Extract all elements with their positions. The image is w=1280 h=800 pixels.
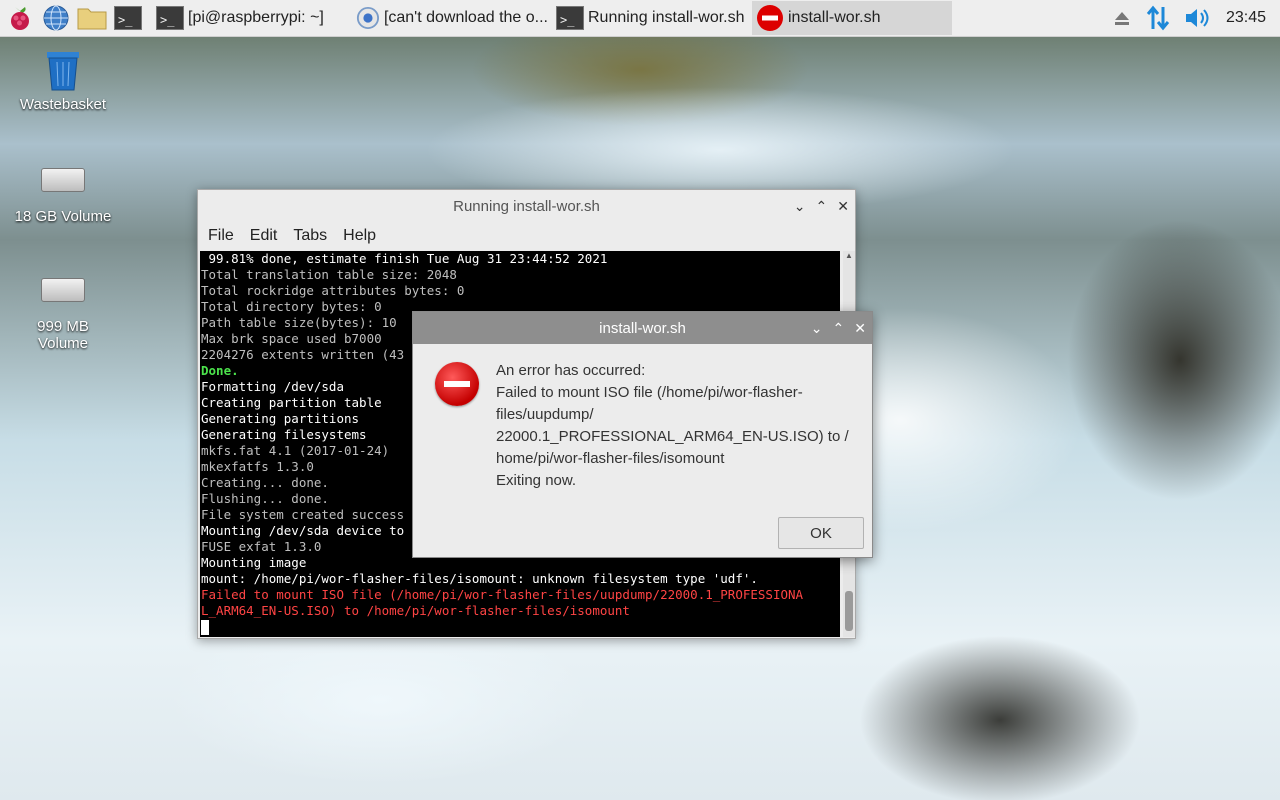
- desktop-icon-999mb-volume[interactable]: 999 MB Volume: [8, 278, 118, 352]
- terminal-line: 99.81% done, estimate finish Tue Aug 31 …: [201, 251, 608, 266]
- menu-file[interactable]: File: [208, 227, 234, 245]
- volume-icon[interactable]: [1184, 7, 1212, 29]
- error-icon: [757, 5, 783, 31]
- terminal-line: Total translation table size: 2048: [201, 267, 457, 282]
- dialog-titlebar[interactable]: install-wor.sh ⌄ ⌃ ✕: [413, 312, 872, 344]
- ok-button[interactable]: OK: [778, 517, 864, 549]
- wastebasket-icon: [47, 52, 79, 91]
- terminal-line: L_ARM64_EN-US.ISO) to /home/pi/wor-flash…: [201, 603, 630, 618]
- task-label: Running install-wor.sh: [588, 9, 745, 26]
- minimize-icon[interactable]: ⌄: [811, 320, 823, 337]
- window-title: Running install-wor.sh: [453, 197, 600, 215]
- task-label: install-wor.sh: [788, 9, 881, 26]
- error-dialog: install-wor.sh ⌄ ⌃ ✕ An error has occurr…: [412, 311, 873, 558]
- task-label: [pi@raspberrypi: ~]: [188, 9, 324, 26]
- taskbar: >_ >_ [pi@raspberrypi: ~] [can't downloa…: [0, 0, 1280, 37]
- terminal-titlebar[interactable]: Running install-wor.sh ⌄ ⌃ ✕: [198, 190, 855, 222]
- desktop-icon-label: 999 MB Volume: [37, 318, 89, 352]
- minimize-icon[interactable]: ⌄: [794, 198, 806, 215]
- dialog-message: An error has occurred: Failed to mount I…: [496, 360, 856, 492]
- scrollbar-thumb[interactable]: [845, 591, 853, 631]
- terminal-icon[interactable]: >_: [112, 2, 144, 34]
- message-line: Exiting now.: [496, 472, 577, 489]
- message-line: Failed to mount ISO file (/home/pi/wor-f…: [496, 384, 803, 401]
- desktop-icon-wastebasket[interactable]: Wastebasket: [8, 44, 118, 113]
- message-line: 22000.1_PROFESSIONAL_ARM64_EN-US.ISO) to…: [496, 428, 849, 445]
- taskbar-task-install-wor[interactable]: install-wor.sh: [752, 1, 952, 35]
- scroll-up-icon[interactable]: ▲: [843, 251, 855, 260]
- taskbar-task-terminal[interactable]: >_ [pi@raspberrypi: ~]: [152, 1, 352, 35]
- desktop-icon-18gb-volume[interactable]: 18 GB Volume: [8, 168, 118, 225]
- terminal-line: mount: /home/pi/wor-flasher-files/isomou…: [201, 571, 758, 586]
- terminal-line: Total rockridge attributes bytes: 0: [201, 283, 465, 298]
- text-cursor: [201, 620, 209, 635]
- network-icon[interactable]: [1146, 5, 1170, 31]
- close-icon[interactable]: ✕: [854, 320, 866, 337]
- dialog-title: install-wor.sh: [599, 319, 686, 337]
- terminal-menubar: File Edit Tabs Help: [198, 222, 855, 250]
- clock[interactable]: 23:45: [1226, 9, 1266, 27]
- chromium-icon: [356, 6, 380, 30]
- taskbar-task-browser[interactable]: [can't download the o...: [352, 1, 552, 35]
- terminal-icon: >_: [556, 6, 584, 30]
- drive-icon: [41, 278, 85, 302]
- maximize-icon[interactable]: ⌃: [833, 320, 845, 337]
- menu-tabs[interactable]: Tabs: [293, 227, 327, 245]
- task-label: [can't download the o...: [383, 9, 548, 26]
- desktop-icon-label: 18 GB Volume: [14, 208, 112, 225]
- close-icon[interactable]: ✕: [837, 198, 849, 215]
- desktop-icon-label: Wastebasket: [19, 96, 107, 113]
- message-line: An error has occurred:: [496, 362, 646, 379]
- system-tray: 23:45: [1112, 0, 1280, 36]
- message-line: home/pi/wor-flasher-files/isomount: [496, 450, 725, 467]
- maximize-icon[interactable]: ⌃: [816, 198, 828, 215]
- eject-icon[interactable]: [1112, 8, 1132, 28]
- terminal-prompt: [200, 619, 840, 635]
- taskbar-task-running-install[interactable]: >_ Running install-wor.sh: [552, 1, 752, 35]
- message-line: files/uupdump/: [496, 406, 594, 423]
- file-manager-icon[interactable]: [76, 2, 108, 34]
- menu-help[interactable]: Help: [343, 227, 376, 245]
- menu-edit[interactable]: Edit: [250, 227, 278, 245]
- error-icon: [435, 362, 479, 406]
- terminal-line: Failed to mount ISO file (/home/pi/wor-f…: [201, 587, 804, 602]
- drive-icon: [41, 168, 85, 192]
- raspberry-menu-icon[interactable]: [4, 2, 36, 34]
- terminal-icon: >_: [156, 6, 184, 30]
- web-browser-icon[interactable]: [40, 2, 72, 34]
